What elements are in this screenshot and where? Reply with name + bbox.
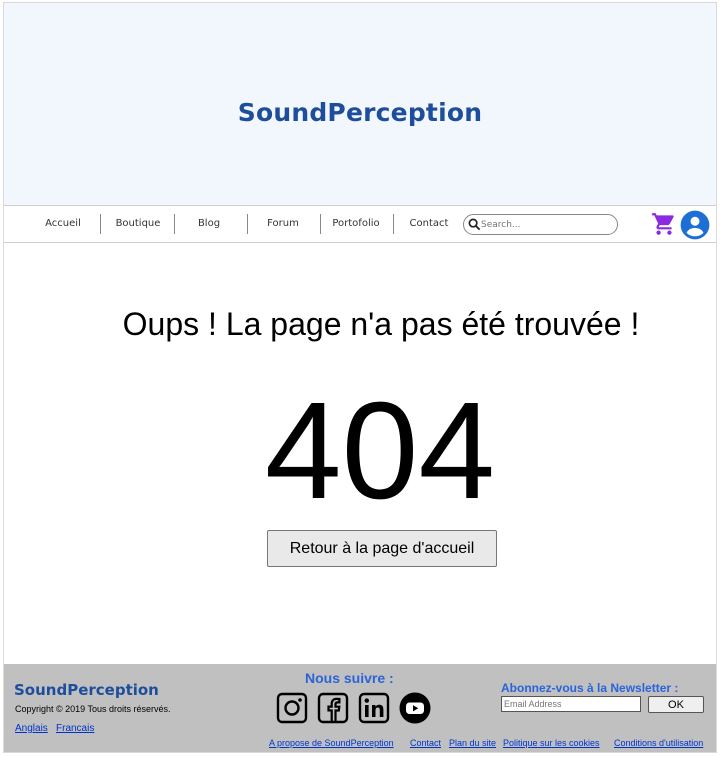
footer-brand: SoundPerception bbox=[14, 681, 159, 699]
search-icon bbox=[468, 218, 481, 231]
copyright-text: Copyright © 2019 Tous droits réservés. bbox=[15, 704, 171, 714]
nav-divider bbox=[320, 214, 321, 234]
nav-item-contact[interactable]: Contact bbox=[404, 206, 454, 242]
footer-link-about[interactable]: A propose de SoundPerception bbox=[269, 738, 394, 748]
footer-link-contact[interactable]: Contact bbox=[410, 738, 441, 748]
nav-divider bbox=[247, 214, 248, 234]
nav-item-forum[interactable]: Forum bbox=[258, 206, 308, 242]
newsletter-ok-button[interactable]: OK bbox=[648, 696, 704, 713]
nav-divider bbox=[393, 214, 394, 234]
follow-title: Nous suivre : bbox=[305, 670, 394, 686]
header-banner: SoundPerception bbox=[4, 3, 716, 205]
youtube-icon[interactable] bbox=[399, 692, 431, 724]
brand-title: SoundPerception bbox=[237, 98, 483, 127]
facebook-icon[interactable] bbox=[317, 692, 349, 724]
newsletter-email-input[interactable] bbox=[501, 696, 641, 712]
newsletter-title: Abonnez-vous à la Newsletter : bbox=[501, 681, 679, 695]
linkedin-icon[interactable] bbox=[358, 692, 390, 724]
footer-link-cookies[interactable]: Politique sur les cookies bbox=[503, 738, 600, 748]
nav-item-accueil[interactable]: Accueil bbox=[38, 206, 88, 242]
language-link-english[interactable]: Anglais bbox=[15, 723, 48, 734]
nav-item-boutique[interactable]: Boutique bbox=[108, 206, 168, 242]
nav-item-blog[interactable]: Blog bbox=[184, 206, 234, 242]
back-home-button[interactable]: Retour à la page d'accueil bbox=[267, 530, 497, 567]
user-account-icon[interactable] bbox=[680, 210, 710, 240]
language-link-french[interactable]: Francais bbox=[56, 723, 94, 734]
footer-link-sitemap[interactable]: Plan du site bbox=[449, 738, 496, 748]
nav-divider bbox=[174, 214, 175, 234]
cart-icon[interactable] bbox=[650, 211, 678, 237]
search-input[interactable] bbox=[481, 217, 611, 232]
footer-link-terms[interactable]: Conditions d'utilisation bbox=[614, 738, 703, 748]
footer: SoundPerception Copyright © 2019 Tous dr… bbox=[4, 664, 716, 752]
nav-divider bbox=[100, 214, 101, 234]
instagram-icon[interactable] bbox=[276, 692, 308, 724]
error-code: 404 bbox=[264, 374, 496, 528]
main-navigation: Accueil Boutique Blog Forum Portofolio C… bbox=[4, 205, 716, 243]
search-box[interactable] bbox=[463, 214, 618, 235]
error-message: Oups ! La page n'a pas été trouvée ! bbox=[122, 306, 640, 342]
nav-item-portofolio[interactable]: Portofolio bbox=[326, 206, 386, 242]
